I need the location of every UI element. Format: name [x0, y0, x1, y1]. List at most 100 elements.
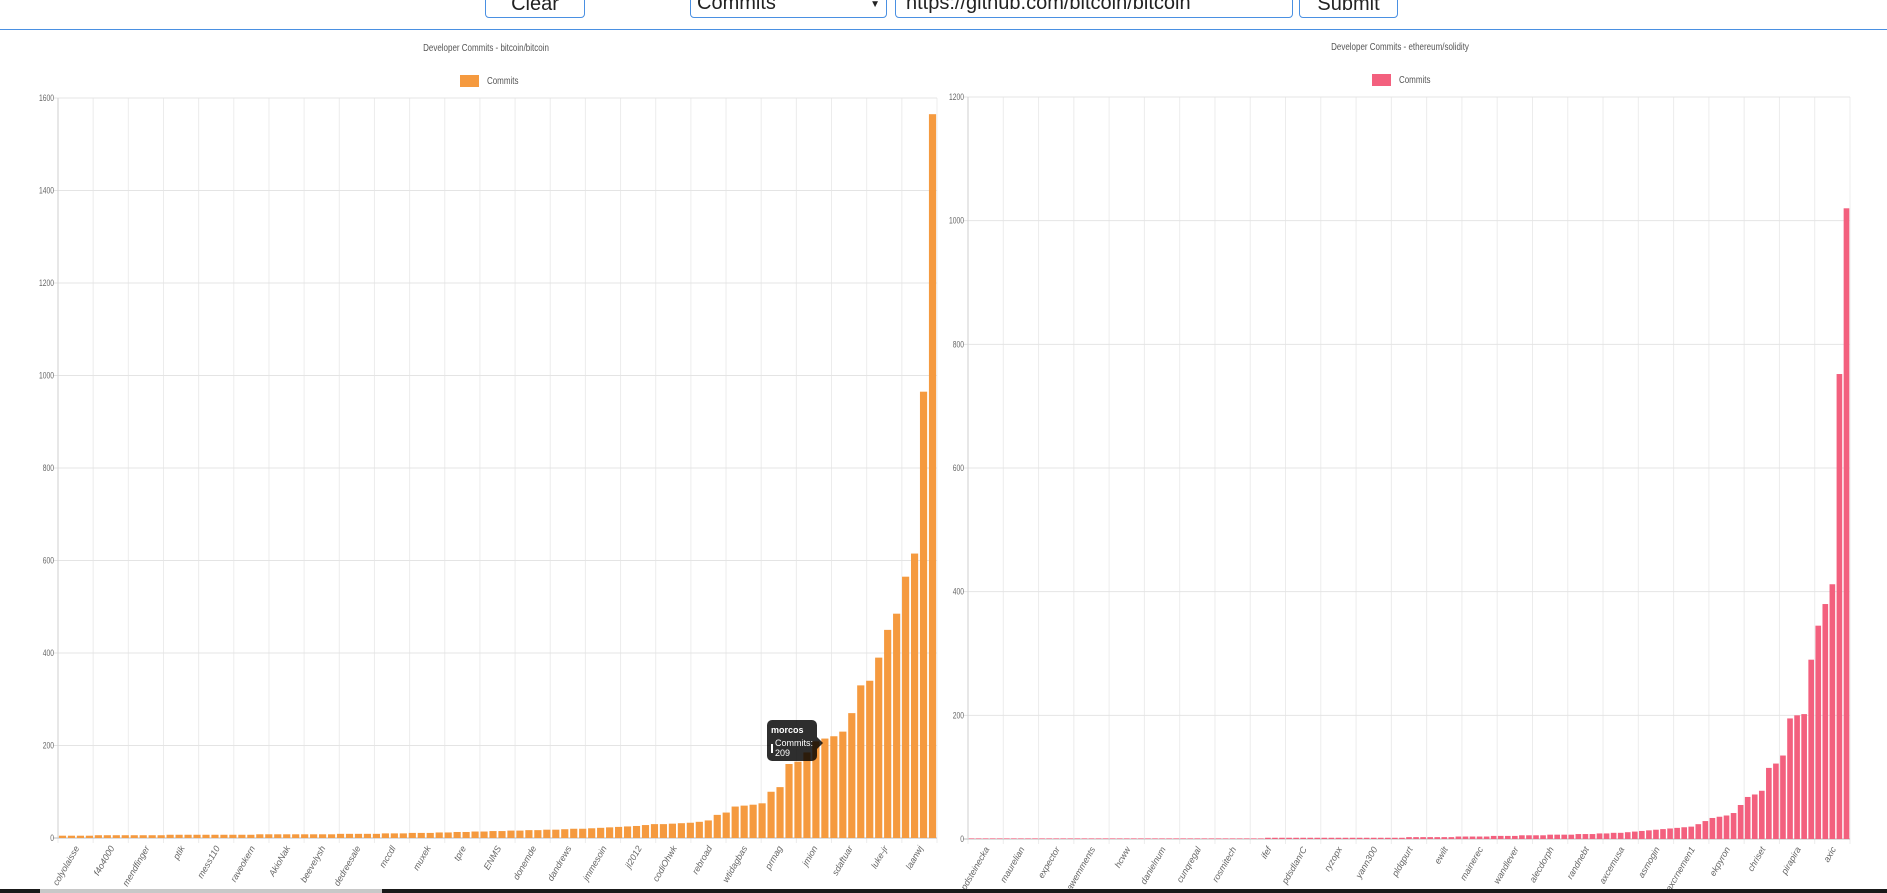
x-tick-label: mccdl: [377, 843, 398, 869]
x-tick-label: AkioNak: [266, 844, 292, 879]
x-tick-label: ewilt: [1432, 845, 1450, 866]
bar: [1385, 837, 1391, 839]
bar: [1801, 714, 1807, 839]
bar: [1392, 837, 1398, 839]
bar: [103, 835, 111, 838]
bar: [839, 731, 847, 838]
bar: [686, 822, 694, 838]
bar: [292, 834, 300, 838]
x-tick-label: dandrews: [545, 844, 573, 883]
bar: [1688, 826, 1695, 839]
bar: [1526, 835, 1532, 839]
bar: [256, 834, 264, 838]
bar: [722, 812, 730, 838]
bar: [1039, 838, 1045, 839]
x-tick-label: asmogin: [1636, 845, 1662, 879]
x-tick-label: pdsteinecka: [958, 845, 991, 892]
bar: [749, 804, 757, 838]
scrollbar-thumb[interactable]: [40, 889, 382, 893]
bar: [968, 838, 975, 839]
y-tick-label: 600: [43, 556, 55, 566]
x-tick-label: mess110: [195, 844, 222, 880]
bar: [1794, 715, 1800, 839]
x-tick-label: axic: [1821, 845, 1838, 864]
bar: [543, 829, 551, 838]
x-tick-label: ifef: [1259, 844, 1274, 861]
bar: [1074, 838, 1081, 839]
bar: [319, 834, 327, 838]
bar: [1631, 831, 1638, 839]
x-tick-label: beevelysh: [299, 844, 328, 884]
bar: [830, 736, 838, 838]
x-tick-label: hcww: [1113, 845, 1133, 870]
bar: [989, 838, 996, 839]
bar-tooltip: morcos Commits: 209: [767, 720, 823, 761]
x-tick-label: raveokern: [228, 844, 257, 884]
bar: [1427, 837, 1433, 839]
bar: [534, 830, 542, 838]
bar: [336, 833, 345, 838]
bar: [435, 832, 443, 838]
bar: [58, 835, 67, 838]
bar: [1032, 838, 1038, 839]
bar: [175, 834, 183, 838]
x-tick-label: ptik: [171, 844, 187, 862]
x-tick-label: muxek: [411, 844, 433, 872]
bar: [1787, 718, 1793, 839]
bar: [1709, 817, 1716, 839]
bar: [184, 834, 192, 838]
y-tick-label: 1400: [39, 186, 54, 196]
bar: [471, 831, 479, 838]
bar: [462, 831, 470, 838]
bar: [975, 838, 982, 839]
bar: [1434, 837, 1441, 839]
x-tick-label: tpre: [452, 844, 468, 862]
bar: [1236, 838, 1243, 839]
bar: [1243, 838, 1250, 839]
bar: [1674, 827, 1680, 839]
bar: [713, 814, 721, 838]
bar: [1476, 836, 1483, 839]
x-tick-label: prmag: [763, 844, 785, 872]
bar: [381, 833, 389, 838]
bar: [1145, 838, 1151, 839]
y-tick-label: 1200: [949, 92, 964, 102]
x-tick-label: randnebt: [1565, 845, 1592, 881]
y-tick-label: 1000: [39, 371, 54, 381]
bar: [1540, 835, 1546, 839]
y-tick-label: 0: [50, 833, 54, 843]
bar: [1229, 838, 1236, 839]
bar: [130, 835, 138, 838]
bar: [390, 833, 398, 838]
bar: [794, 761, 802, 838]
bar: [1215, 838, 1222, 839]
bar: [1575, 834, 1582, 839]
bar: [1547, 834, 1553, 839]
x-tick-label: laanwj: [904, 843, 926, 871]
bar: [1695, 824, 1702, 839]
bar: [776, 787, 784, 838]
bar: [1300, 837, 1306, 839]
bar: [1758, 790, 1765, 839]
bar: [910, 553, 919, 838]
bar: [363, 833, 372, 838]
bar: [1660, 829, 1666, 839]
bar: [166, 834, 174, 838]
bar: [444, 832, 452, 838]
x-tick-label: mainerec: [1458, 845, 1485, 882]
bar: [516, 830, 524, 838]
bar: [1737, 804, 1744, 839]
bar: [1067, 838, 1074, 839]
bar: [1413, 837, 1419, 839]
y-tick-label: 200: [953, 710, 965, 720]
bar: [1723, 815, 1730, 839]
bar: [301, 834, 309, 838]
bar: [220, 834, 228, 838]
bar: [1370, 837, 1377, 839]
bar: [1681, 827, 1688, 839]
bar: [76, 835, 85, 838]
bar: [310, 834, 318, 838]
bar: [1512, 835, 1518, 839]
tooltip-caret: [817, 737, 823, 749]
bar: [1829, 584, 1836, 839]
